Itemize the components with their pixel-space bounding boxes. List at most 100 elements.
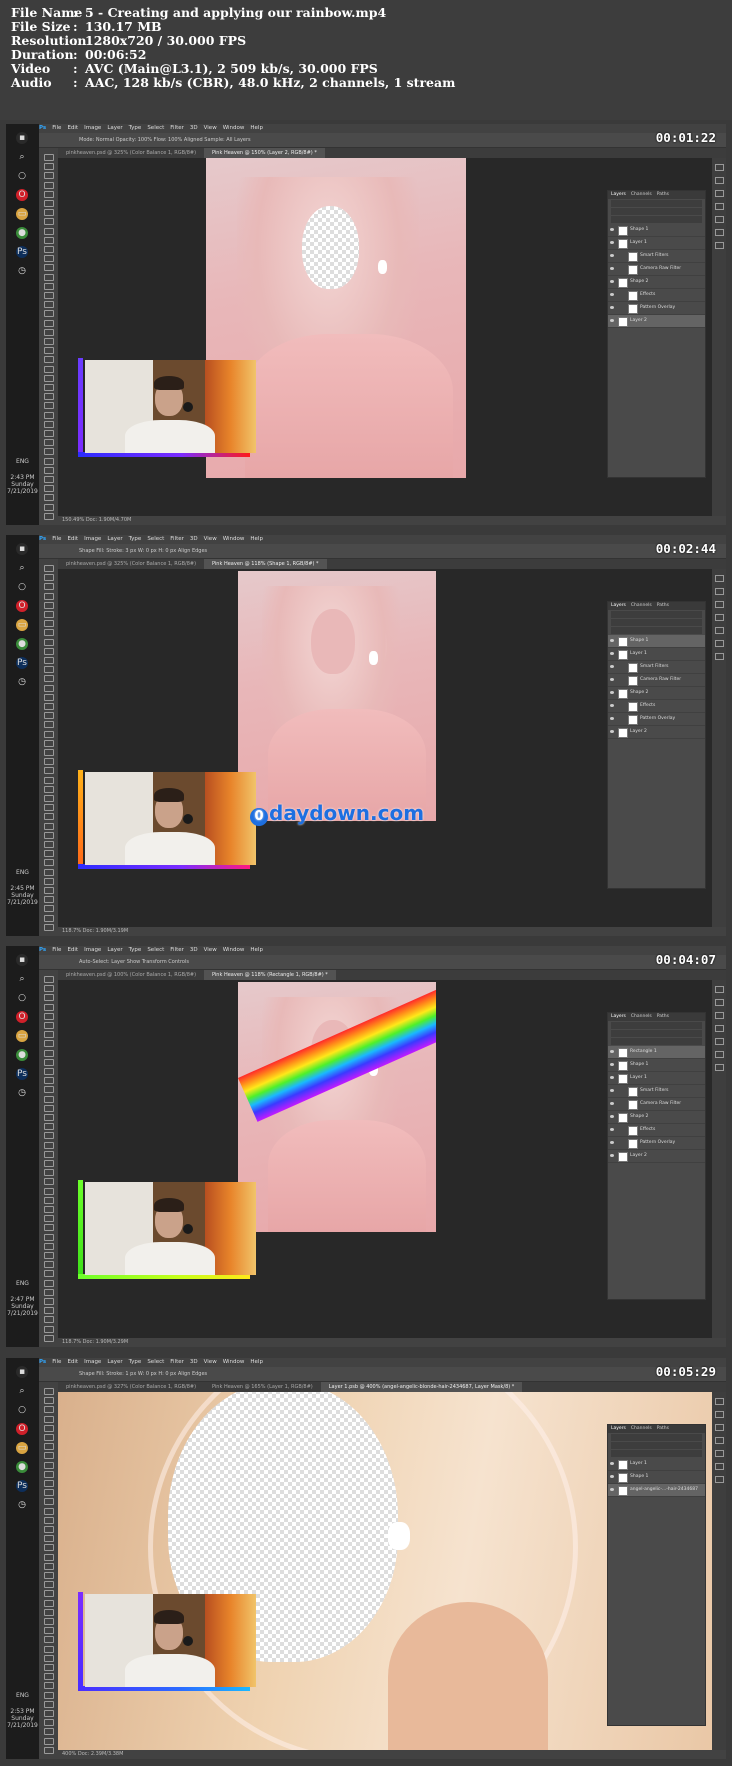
eye-icon[interactable] [610, 1115, 614, 1118]
tool-icon[interactable] [44, 923, 54, 931]
menu-item[interactable]: Edit [67, 947, 78, 953]
artwork-canvas[interactable] [238, 982, 436, 1232]
tool-icon[interactable] [44, 994, 54, 1002]
eye-icon[interactable] [610, 1141, 614, 1144]
tool-icon[interactable] [44, 905, 54, 913]
panel-tab[interactable]: Paths [657, 603, 669, 608]
tool-icon[interactable] [44, 1132, 54, 1140]
panel-tab[interactable]: Channels [631, 192, 652, 197]
eye-icon[interactable] [610, 306, 614, 309]
clock-app-icon[interactable]: ◷ [16, 676, 28, 688]
menu-item[interactable]: 3D [190, 536, 198, 542]
opera-icon[interactable]: O [16, 600, 28, 612]
tool-icon[interactable] [44, 611, 54, 618]
tool-icon[interactable] [44, 1196, 54, 1204]
menu-item[interactable]: Select [147, 1359, 164, 1365]
menu-item[interactable]: Help [250, 1359, 263, 1365]
photoshop-icon[interactable]: Ps [16, 1068, 28, 1080]
tool-icon[interactable] [44, 914, 54, 922]
opera-icon[interactable]: O [16, 189, 28, 201]
tool-icon[interactable] [44, 1003, 54, 1011]
eye-icon[interactable] [610, 1063, 614, 1066]
tool-icon[interactable] [44, 374, 54, 382]
panel-toggle-icon[interactable] [715, 588, 724, 595]
layer-row[interactable]: Layer 2 [608, 726, 705, 739]
panel-toggle-icon[interactable] [715, 229, 724, 236]
panel-tab[interactable]: Layers [611, 192, 626, 197]
menu-item[interactable]: Type [129, 536, 142, 542]
eye-icon[interactable] [610, 280, 614, 283]
tool-icon[interactable] [44, 1737, 54, 1745]
panel-tab[interactable]: Layers [611, 1426, 626, 1431]
layer-filter-row[interactable] [611, 200, 702, 207]
layer-row[interactable]: Pattern Overlay [608, 302, 705, 315]
document-tab[interactable]: pinkheaven.psd @ 325% (Color Balance 1, … [58, 559, 204, 569]
tool-icon[interactable] [44, 721, 54, 729]
search-icon[interactable]: ⌕ [16, 973, 28, 985]
menu-item[interactable]: Help [250, 536, 263, 542]
panel-toggle-icon[interactable] [715, 1424, 724, 1431]
layer-row[interactable]: Smart Filters [608, 1085, 705, 1098]
tool-icon[interactable] [44, 1388, 54, 1395]
tool-icon[interactable] [44, 1224, 54, 1232]
tool-icon[interactable] [44, 1526, 54, 1533]
tool-icon[interactable] [44, 1535, 54, 1543]
eye-icon[interactable] [610, 704, 614, 707]
folder-icon[interactable]: ▭ [16, 1442, 28, 1454]
menu-item[interactable]: Select [147, 947, 164, 953]
menu-item[interactable]: File [52, 536, 61, 542]
tool-icon[interactable] [44, 439, 54, 447]
tool-icon[interactable] [44, 730, 54, 738]
tool-icon[interactable] [44, 1461, 54, 1469]
tool-icon[interactable] [44, 163, 54, 171]
panel-toggle-icon[interactable] [715, 627, 724, 634]
layer-row[interactable]: Shape 2 [608, 1111, 705, 1124]
tool-icon[interactable] [44, 758, 54, 766]
layer-row[interactable]: Camera Raw Filter [608, 674, 705, 687]
menu-item[interactable]: Layer [107, 1359, 122, 1365]
layer-row[interactable]: Effects [608, 700, 705, 713]
tool-icon[interactable] [44, 657, 54, 664]
tool-icon[interactable] [44, 1288, 54, 1296]
start-icon[interactable]: ▪ [16, 543, 28, 555]
tool-icon[interactable] [44, 301, 54, 309]
panel-tab[interactable]: Paths [657, 1014, 669, 1019]
eye-icon[interactable] [610, 1462, 614, 1465]
tool-icon[interactable] [44, 503, 54, 511]
tool-icon[interactable] [44, 1233, 54, 1241]
menu-item[interactable]: Help [250, 947, 263, 953]
tool-icon[interactable] [44, 1095, 54, 1103]
menu-item[interactable]: 3D [190, 947, 198, 953]
layer-row[interactable]: Shape 1 [608, 1059, 705, 1072]
menu-item[interactable]: Filter [170, 1359, 184, 1365]
tool-icon[interactable] [44, 565, 54, 572]
clock-app-icon[interactable]: ◷ [16, 1087, 28, 1099]
tool-icon[interactable] [44, 841, 54, 848]
eye-icon[interactable] [610, 254, 614, 257]
tool-icon[interactable] [44, 1022, 54, 1029]
tool-icon[interactable] [44, 255, 54, 263]
tool-icon[interactable] [44, 592, 54, 600]
tool-icon[interactable] [44, 1673, 54, 1681]
eye-icon[interactable] [610, 730, 614, 733]
tool-icon[interactable] [44, 1150, 54, 1158]
tool-icon[interactable] [44, 1325, 54, 1333]
tool-icon[interactable] [44, 1086, 54, 1094]
eye-icon[interactable] [610, 665, 614, 668]
tool-icon[interactable] [44, 1141, 54, 1149]
tool-icon[interactable] [44, 494, 54, 502]
tool-icon[interactable] [44, 1104, 54, 1112]
tool-icon[interactable] [44, 1728, 54, 1736]
tool-icon[interactable] [44, 767, 54, 775]
cortana-icon[interactable]: ○ [16, 170, 28, 182]
chrome-icon[interactable]: ● [16, 227, 28, 239]
cortana-icon[interactable]: ○ [16, 992, 28, 1004]
tool-icon[interactable] [44, 1261, 54, 1269]
tool-icon[interactable] [44, 976, 54, 983]
tool-icon[interactable] [44, 804, 54, 812]
tool-icon[interactable] [44, 227, 54, 235]
tool-icon[interactable] [44, 411, 54, 419]
menu-item[interactable]: Type [129, 125, 142, 131]
menu-item[interactable]: Type [129, 947, 142, 953]
tool-icon[interactable] [44, 1187, 54, 1195]
